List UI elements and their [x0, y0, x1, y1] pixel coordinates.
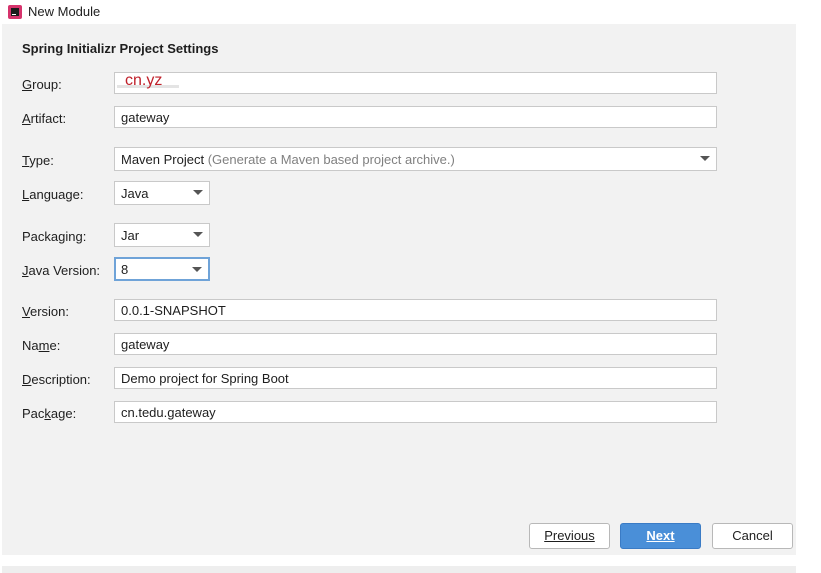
- language-label: Language:: [22, 187, 84, 202]
- previous-button[interactable]: Previous: [529, 523, 610, 549]
- language-select-value: Java: [121, 186, 149, 201]
- java-version-label: Java Version:: [22, 263, 101, 278]
- artifact-label: Artifact:: [22, 111, 67, 126]
- new-module-dialog: New Module Spring Initializr Project Set…: [2, 0, 796, 555]
- java-version-select-value: 8: [121, 262, 129, 277]
- group-field[interactable]: cn.yz: [114, 72, 717, 94]
- packaging-label: Packaging:: [22, 229, 87, 244]
- type-select-value: Maven Project: [121, 152, 205, 167]
- next-button-label: Next: [646, 528, 675, 543]
- java-version-select[interactable]: 8: [114, 257, 210, 281]
- chevron-down-icon: [193, 190, 203, 195]
- package-label: Package:: [22, 406, 77, 421]
- chevron-down-icon: [193, 232, 203, 237]
- next-button[interactable]: Next: [620, 523, 701, 549]
- name-field[interactable]: gateway: [114, 333, 717, 355]
- previous-button-label: Previous: [544, 528, 595, 543]
- window-title: New Module: [28, 4, 101, 19]
- description-label: Description:: [22, 372, 91, 387]
- type-select-hint: (Generate a Maven based project archive.…: [207, 152, 455, 167]
- title-bar: New Module: [2, 0, 796, 24]
- group-label: Group:: [22, 77, 62, 92]
- name-label: Name:: [22, 338, 61, 353]
- cancel-button[interactable]: Cancel: [712, 523, 793, 549]
- packaging-select[interactable]: Jar: [114, 223, 210, 247]
- intellij-idea-icon: [8, 5, 22, 19]
- packaging-select-value: Jar: [121, 228, 140, 243]
- section-title: Spring Initializr Project Settings: [22, 41, 219, 56]
- version-label: Version:: [22, 304, 69, 319]
- version-field[interactable]: 0.0.1-SNAPSHOT: [114, 299, 717, 321]
- type-label: Type:: [22, 153, 54, 168]
- chevron-down-icon: [192, 267, 202, 272]
- group-field-value: cn.yz: [125, 72, 163, 89]
- bottom-strip: [2, 566, 796, 573]
- artifact-field[interactable]: gateway: [114, 106, 717, 128]
- language-select[interactable]: Java: [114, 181, 210, 205]
- description-field[interactable]: Demo project for Spring Boot: [114, 367, 717, 389]
- chevron-down-icon: [700, 156, 710, 161]
- package-field[interactable]: cn.tedu.gateway: [114, 401, 717, 423]
- type-select[interactable]: Maven Project (Generate a Maven based pr…: [114, 147, 717, 171]
